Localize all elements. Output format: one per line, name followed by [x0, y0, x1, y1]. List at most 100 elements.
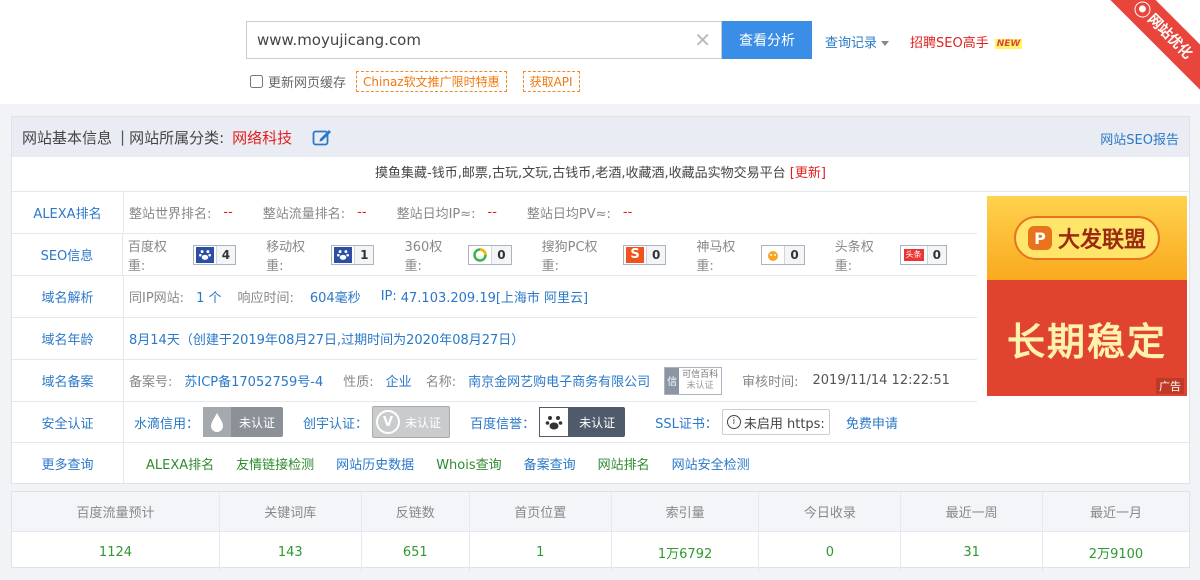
seo-report-link[interactable]: 网站SEO报告	[1100, 129, 1179, 148]
seo-weight-value: 0	[784, 245, 804, 264]
seo-weight-badge[interactable]: 0	[761, 244, 805, 265]
stats-value-cell: 2万9100	[1088, 546, 1144, 562]
edit-icon[interactable]	[312, 128, 332, 146]
sogou-icon: S	[626, 246, 645, 263]
stats-table: 百度流量预计 关键词库 反链数 首页位置 索引量 今日收录 最近一周 最近一月 1124 143…	[11, 491, 1190, 572]
stats-value-row: 1124 143 651 1 1万6792 0 31 2万9100	[12, 531, 1189, 572]
hire-seo-label: 招聘SEO高手	[910, 36, 989, 51]
stats-value-cell: 143	[219, 531, 362, 572]
seo-weight-badge[interactable]: 0	[468, 244, 512, 265]
alexa-row: ALEXA排名 整站世界排名: -- 整站流量排名: -- 整站日均IP≈: -- 整站日均…	[12, 192, 977, 234]
trust-baike-title: 可信百科	[682, 369, 719, 380]
seo-values: 百度权重: 4 移动权重: 1 360权重: 0 搜狗PC权重: S 0 神马权重: 0 头条权重: 头…	[123, 236, 977, 274]
more-queries-label[interactable]: 更多查询	[12, 443, 124, 483]
ad-top: P 大发联盟	[987, 196, 1187, 280]
url-input[interactable]	[247, 22, 677, 58]
alexa-metric-value: --	[223, 205, 233, 220]
alexa-metric-value: --	[357, 205, 367, 220]
icp-no-link[interactable]: 苏ICP备17052759号-4	[184, 371, 323, 390]
seo-weight-value: 1	[354, 245, 374, 264]
ip-link[interactable]: 47.103.209.19[上海市 阿里云]	[401, 287, 588, 306]
seo-weight-badge[interactable]: 1	[331, 244, 375, 265]
stats-header-cell: 今日收录	[758, 492, 902, 532]
promo-link[interactable]: Chinaz软文推广限时特惠	[356, 70, 507, 92]
hire-seo-link[interactable]: 招聘SEO高手 NEW	[910, 32, 1023, 51]
company-name-link[interactable]: 南京金网艺购电子商务有限公司	[468, 371, 650, 390]
trust-icon: 信	[665, 367, 680, 394]
more-query-link[interactable]: 备案查询	[524, 454, 576, 473]
360-icon	[471, 247, 489, 263]
stats-value-cell: 1	[469, 531, 612, 572]
response-time-label: 响应时间:	[237, 291, 294, 306]
trust-baike-badge[interactable]: 信 可信百科 未认证	[664, 366, 723, 395]
stats-header-cell: 首页位置	[469, 492, 612, 532]
dns-row: 域名解析 同IP网站: 1 个 响应时间: 604毫秒 IP: 47.103.2…	[12, 276, 977, 318]
security-row: 安全认证 水滴信用： 未认证 创宇认证： V 未认证 百度信誉： 未认证 SSL…	[12, 402, 1189, 443]
chuangyu-badge[interactable]: V 未认证	[372, 406, 451, 438]
site-description: 摸鱼集藏-钱币,邮票,古玩,文玩,古钱币,老酒,收藏酒,收藏品实物交易平台	[375, 166, 786, 181]
baidu-credit-badge[interactable]: 未认证	[539, 407, 626, 437]
alexa-metric-label: 整站日均PV≈:	[526, 207, 611, 222]
more-query-link[interactable]: 网站排名	[598, 454, 650, 473]
trust-baike-status: 未认证	[686, 380, 714, 391]
alexa-metric-value: --	[622, 205, 633, 220]
seo-weight-value: 0	[646, 245, 666, 264]
ssl-status-label: 未启用 https:	[743, 416, 825, 432]
domain-age-value[interactable]: 8月14天（创建于2019年08月27日,过期时间为2020年08月27日）	[129, 329, 524, 348]
query-history-label: 查询记录	[825, 36, 878, 51]
company-name-label: 名称:	[425, 375, 457, 390]
cache-row: 更新网页缓存 Chinaz软文推广限时特惠 获取API	[250, 70, 596, 92]
stats-header-cell: 最近一月	[1042, 492, 1189, 532]
nature-value: 企业	[385, 375, 412, 390]
seo-weight-badge[interactable]: 头条 0	[899, 244, 948, 265]
update-link[interactable]: [更新]	[790, 166, 826, 181]
more-query-link[interactable]: 网站历史数据	[336, 454, 414, 473]
ssl-status: i 未启用 https:	[721, 409, 830, 435]
info-icon: i	[726, 415, 741, 429]
seo-weight-badge[interactable]: 4	[192, 244, 237, 265]
stats-header-cell: 反链数	[361, 492, 470, 532]
chuangyu-label: 创宇认证：	[303, 416, 369, 432]
baidu-paw-icon	[195, 246, 214, 263]
corner-ribbon-label: 网站优化	[1144, 11, 1196, 63]
seo-metric-label: 搜狗PC权重:	[541, 239, 598, 274]
alexa-metric-label: 整站流量排名:	[262, 207, 346, 222]
get-api-link[interactable]: 获取API	[522, 70, 580, 92]
title-separator: |	[120, 128, 126, 146]
dns-label[interactable]: 域名解析	[12, 276, 124, 317]
security-label[interactable]: 安全认证	[12, 402, 124, 442]
corner-ribbon[interactable]: ●网站优化	[1098, 0, 1200, 95]
baidu-paw-icon	[539, 407, 570, 437]
more-query-link[interactable]: ALEXA排名	[146, 454, 214, 473]
shuidi-badge-label: 未认证	[239, 415, 276, 430]
update-cache-checkbox[interactable]	[250, 74, 263, 88]
analyze-button[interactable]: 查看分析	[722, 21, 812, 59]
clear-icon[interactable]: ✕	[694, 28, 711, 52]
domain-age-label[interactable]: 域名年龄	[12, 318, 124, 359]
ad-banner[interactable]: P 大发联盟 长期稳定 广告	[987, 196, 1187, 396]
seo-label[interactable]: SEO信息	[12, 234, 123, 275]
more-query-link[interactable]: Whois查询	[436, 454, 501, 473]
alexa-values: 整站世界排名: -- 整站流量排名: -- 整站日均IP≈: -- 整站日均PV≈: --	[124, 203, 662, 222]
icp-label[interactable]: 域名备案	[12, 360, 124, 401]
free-apply-link[interactable]: 免费申请	[846, 413, 898, 432]
more-queries-row: 更多查询 ALEXA排名 友情链接检测 网站历史数据 Whois查询 备案查询 网站排名 网…	[12, 443, 1189, 483]
same-ip-link[interactable]: 1 个	[196, 287, 221, 306]
seo-weight-badge[interactable]: S0	[623, 244, 667, 265]
category-label: 网站所属分类:	[129, 128, 225, 147]
brand-logo-icon: P	[1027, 226, 1052, 250]
alexa-label[interactable]: ALEXA排名	[12, 192, 124, 233]
shuidi-label: 水滴信用：	[134, 416, 200, 432]
alexa-metric-label: 整站日均IP≈:	[396, 207, 476, 222]
chevron-down-icon	[881, 41, 890, 46]
search-box: ✕	[246, 21, 722, 59]
seo-metric-label: 移动权重:	[266, 239, 306, 274]
site-description-row: 摸鱼集藏-钱币,邮票,古玩,文玩,古钱币,老酒,收藏酒,收藏品实物交易平台 [更…	[12, 157, 1189, 192]
more-query-link[interactable]: 友情链接检测	[236, 454, 314, 473]
stats-header-cell: 百度流量预计	[12, 492, 220, 532]
nature-label: 性质:	[343, 375, 374, 390]
more-query-link[interactable]: 网站安全检测	[672, 454, 750, 473]
chuangyu-badge-label: 未认证	[405, 415, 442, 430]
query-history-dropdown[interactable]: 查询记录	[825, 32, 890, 51]
shuidi-badge[interactable]: 未认证	[203, 407, 284, 437]
